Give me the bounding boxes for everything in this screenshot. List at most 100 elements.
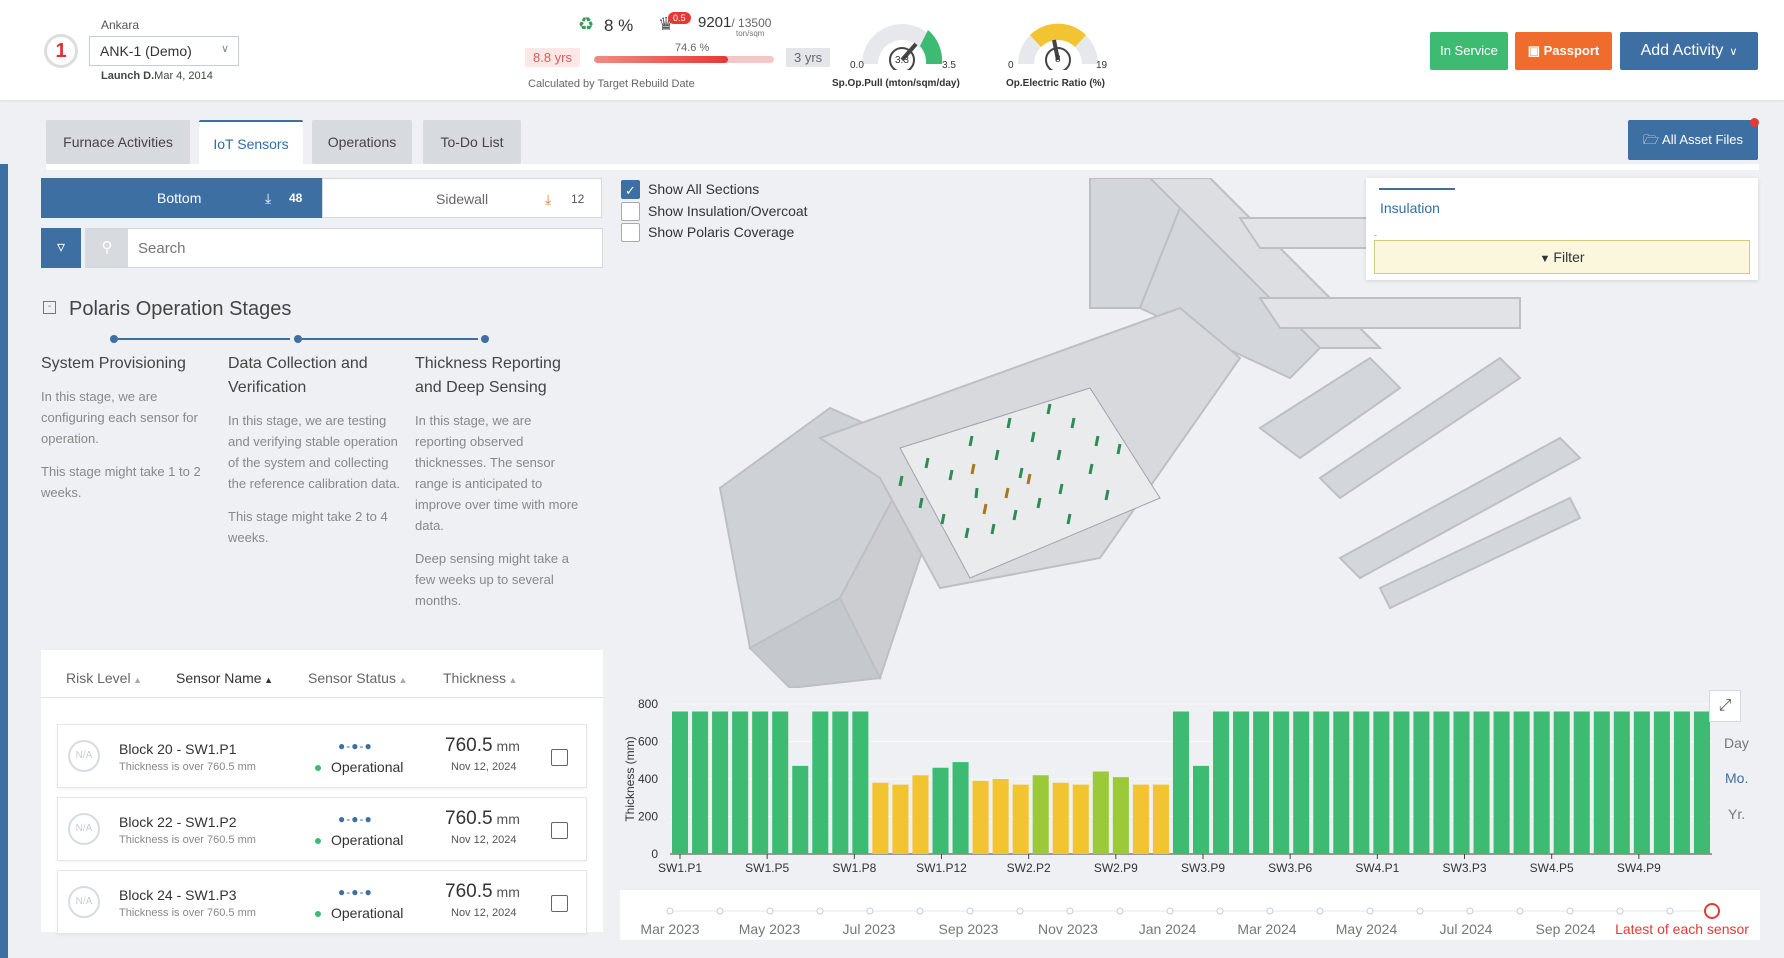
stage-progress-icon: ●-●-● — [338, 812, 373, 826]
bar — [1132, 784, 1149, 854]
timeline-label[interactable]: Nov 2023 — [1038, 921, 1098, 937]
search-input[interactable] — [132, 229, 597, 267]
table-row[interactable]: N/A Block 24 - SW1.P3 Thickness is over … — [57, 870, 587, 934]
timeline-tick[interactable] — [1616, 907, 1624, 915]
add-activity-button[interactable]: Add Activity ∨ — [1620, 32, 1758, 70]
column-sensor-status[interactable]: Sensor Status ▲ — [308, 670, 407, 686]
granularity-year[interactable]: Yr. — [1728, 806, 1745, 822]
bar — [1693, 711, 1710, 854]
in-service-button[interactable]: In Service — [1430, 32, 1508, 70]
timeline-tick[interactable] — [1666, 907, 1674, 915]
timeline-tick[interactable] — [916, 907, 924, 915]
bar — [1092, 771, 1109, 854]
timeline-tick[interactable] — [766, 907, 774, 915]
timeline-tick[interactable] — [1366, 907, 1374, 915]
sort-icon: ▲ — [395, 675, 408, 685]
checkbox[interactable]: ✓ — [621, 180, 640, 199]
timeline-label[interactable]: Sep 2024 — [1536, 921, 1596, 937]
timeline-label[interactable]: May 2024 — [1336, 921, 1398, 937]
insulation-filter-button[interactable]: ▼ Filter — [1374, 240, 1750, 274]
tab-iot-sensors[interactable]: IoT Sensors — [199, 120, 303, 164]
column-label: Risk Level — [66, 670, 131, 686]
granularity-day[interactable]: Day — [1724, 735, 1749, 751]
timeline-tick[interactable] — [1316, 907, 1324, 915]
date-timeline[interactable]: Mar 2023 May 2023 Jul 2023 Sep 2023 Nov 2023… — [620, 890, 1760, 940]
timeline-tick[interactable] — [966, 907, 974, 915]
timeline-tick[interactable] — [866, 907, 874, 915]
timeline-tick[interactable] — [1016, 907, 1024, 915]
bar — [852, 711, 869, 854]
all-asset-files-button[interactable]: 🗁 All Asset Files — [1628, 120, 1758, 160]
table-row[interactable]: N/A Block 22 - SW1.P2 Thickness is over … — [57, 797, 587, 861]
timeline-label[interactable]: Jan 2024 — [1139, 921, 1197, 937]
asset-select[interactable]: ANK-1 (Demo) ∨ — [89, 36, 239, 66]
status-dot — [315, 838, 321, 844]
campaign-progress-bar — [594, 56, 774, 63]
segment-sidewall[interactable]: Sidewall ⤓ 12 — [322, 178, 602, 218]
timeline-tick[interactable] — [716, 907, 724, 915]
filter-label: Filter — [1553, 249, 1585, 265]
timeline-tick[interactable] — [1516, 907, 1524, 915]
bar — [1673, 711, 1690, 854]
timeline-tick[interactable] — [1566, 907, 1574, 915]
timeline-tick[interactable] — [1416, 907, 1424, 915]
checkbox[interactable] — [621, 202, 640, 221]
timeline-tick[interactable] — [1066, 907, 1074, 915]
timeline-label[interactable]: Sep 2023 — [939, 921, 999, 937]
collapse-icon[interactable]: - — [43, 301, 56, 314]
timeline-label[interactable]: Jul 2023 — [843, 921, 896, 937]
checkbox[interactable] — [621, 223, 640, 242]
granularity-month[interactable]: Mo. — [1725, 770, 1748, 786]
row-checkbox[interactable] — [551, 749, 568, 766]
timeline-tick[interactable] — [1116, 907, 1124, 915]
timeline-latest-label[interactable]: Latest of each sensor — [1615, 921, 1749, 937]
timeline-tick[interactable] — [1166, 907, 1174, 915]
column-thickness[interactable]: Thickness ▲ — [443, 670, 517, 686]
folder-icon: 🗁 — [1643, 132, 1663, 147]
tab-insulation[interactable]: Insulation — [1380, 200, 1440, 216]
x-tick-label: SW4.P9 — [1617, 861, 1661, 875]
column-risk-level[interactable]: Risk Level ▲ — [66, 670, 142, 686]
segment-sidewall-label: Sidewall — [436, 191, 489, 207]
bar — [1253, 711, 1270, 854]
header-divider — [41, 697, 603, 698]
bar — [1553, 711, 1570, 854]
timeline-label[interactable]: Jul 2024 — [1440, 921, 1493, 937]
expand-icon[interactable]: ⤢ — [1709, 690, 1741, 722]
table-row[interactable]: N/A Block 20 - SW1.P1 Thickness is over … — [57, 724, 587, 788]
tab-furnace-activities[interactable]: Furnace Activities — [46, 120, 190, 164]
timeline-label[interactable]: Mar 2023 — [640, 921, 699, 937]
timeline-tick[interactable] — [666, 907, 674, 915]
sensor-name: Block 22 - SW1.P2 — [119, 814, 237, 830]
row-checkbox[interactable] — [551, 895, 568, 912]
stage-connector — [118, 338, 290, 340]
timeline-label[interactable]: May 2023 — [739, 921, 801, 937]
thickness-unit: mm — [496, 738, 520, 754]
row-checkbox[interactable] — [551, 822, 568, 839]
column-label: Sensor Name — [176, 670, 262, 686]
timeline-label[interactable]: Mar 2024 — [1237, 921, 1296, 937]
sensor-status: Operational — [331, 759, 404, 775]
passport-button[interactable]: ▣ Passport — [1515, 32, 1612, 70]
bar — [692, 711, 709, 854]
timeline-selected-marker[interactable] — [1704, 903, 1720, 919]
timeline-tick[interactable] — [1216, 907, 1224, 915]
filter-button[interactable]: ▿ — [41, 228, 81, 268]
timeline-tick[interactable] — [816, 907, 824, 915]
option-label: Show All Sections — [648, 181, 760, 197]
stage-description: In this stage, we are configuring each s… — [41, 389, 198, 446]
bar — [1293, 711, 1310, 854]
bar — [1533, 711, 1550, 854]
timeline-tick[interactable] — [1466, 907, 1474, 915]
tab-operations[interactable]: Operations — [312, 120, 412, 164]
city-label: Ankara — [101, 18, 140, 32]
launch-date-value: Mar 4, 2014 — [154, 70, 213, 82]
bar — [832, 711, 849, 854]
recycle-percentage: 8 % — [604, 16, 634, 35]
segment-bottom[interactable]: Bottom ⤓ 48 — [41, 178, 322, 218]
tab-todo-list[interactable]: To-Do List — [423, 120, 521, 164]
bar — [732, 711, 749, 854]
timeline-tick[interactable] — [1266, 907, 1274, 915]
risk-na-icon: N/A — [68, 886, 100, 918]
column-sensor-name[interactable]: Sensor Name ▲ — [176, 670, 273, 686]
